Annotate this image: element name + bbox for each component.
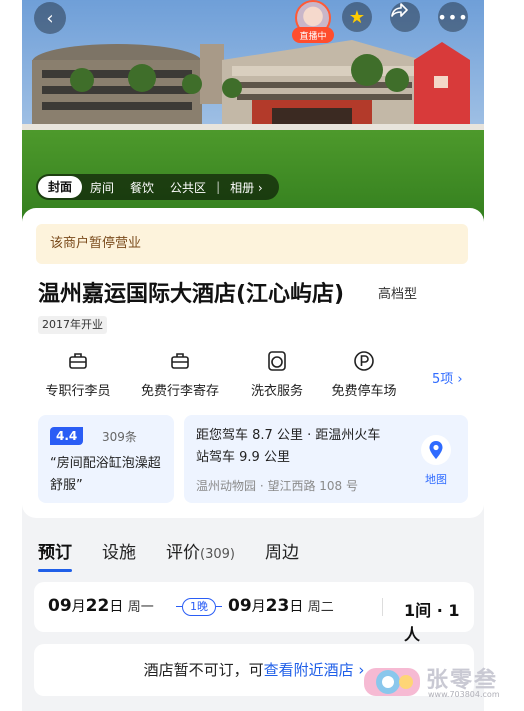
- map-button[interactable]: 地图: [416, 435, 456, 487]
- review-count: 309条: [102, 430, 137, 444]
- tab-label: 设施: [102, 543, 136, 563]
- hotel-photo: [22, 0, 484, 240]
- amenity-label: 免费行李寄存: [140, 384, 219, 399]
- parking-icon: [354, 351, 374, 371]
- location-summary[interactable]: 距您驾车 8.7 公里 · 距温州火车站驾车 9.9 公里 温州动物园 · 望江…: [184, 415, 468, 503]
- amenity-laundry[interactable]: 洗衣服务: [242, 350, 312, 399]
- amenity-label: 洗衣服务: [250, 384, 303, 399]
- unavailable-text: 酒店暂不可订，可: [143, 661, 264, 679]
- more-button[interactable]: •••: [437, 2, 469, 32]
- checkout-weekday: 周二: [307, 600, 334, 615]
- share-icon: [391, 3, 408, 17]
- hotel-photo-hero[interactable]: ‹ 直播中 ★ ••• 封面 房间 餐饮 公共区 | 相册 ›: [22, 0, 484, 240]
- suspended-notice: 该商户暂停营业: [36, 224, 468, 264]
- tab-label: 周边: [264, 543, 299, 563]
- amenity-label: 专职行李员: [45, 384, 111, 399]
- nights-badge: 1晚: [176, 598, 222, 616]
- tab-nearby[interactable]: 周边: [265, 538, 299, 563]
- share-button[interactable]: [390, 2, 420, 32]
- opening-year-badge: 2017年开业: [38, 316, 107, 334]
- luggage-storage-icon: [171, 353, 189, 369]
- back-button[interactable]: ‹: [34, 2, 66, 34]
- amenity-parking[interactable]: 免费停车场: [322, 350, 406, 399]
- review-highlight: “房间配浴缸泡澡超舒服”: [50, 456, 161, 493]
- hotel-name: 温州嘉运国际大酒店(江心屿店): [38, 282, 345, 307]
- checkout-date[interactable]: 09月23日 周二: [228, 596, 334, 616]
- star-icon: ★: [348, 6, 366, 28]
- checkin-day: 22: [85, 596, 110, 616]
- detail-tabs: 预订 设施 评价(309) 周边: [38, 538, 329, 572]
- live-badge: 直播中: [292, 27, 334, 43]
- photo-tab-rooms[interactable]: 房间: [82, 179, 122, 196]
- tab-reviews[interactable]: 评价(309): [166, 538, 235, 563]
- checkin-weekday: 周一: [127, 600, 154, 615]
- map-label: 地图: [425, 473, 447, 486]
- photo-category-tabs: 封面 房间 餐饮 公共区 | 相册 ›: [36, 174, 279, 200]
- chevron-left-icon: ‹: [46, 7, 54, 29]
- checkout-month: 09: [228, 596, 252, 616]
- amenity-bellhop[interactable]: 专职行李员: [38, 350, 118, 399]
- address-text: 温州动物园 · 望江西路 108 号: [196, 479, 358, 493]
- nearby-hotels-link[interactable]: 查看附近酒店 ›: [264, 661, 365, 679]
- luggage-icon: [69, 353, 87, 369]
- divider: |: [216, 180, 221, 194]
- photo-tab-public[interactable]: 公共区: [162, 179, 214, 196]
- amenities-more-link[interactable]: 5项 ›: [432, 368, 463, 387]
- more-icon: •••: [437, 7, 469, 27]
- tab-facilities[interactable]: 设施: [102, 538, 136, 563]
- hotel-type: 高档型: [378, 287, 418, 302]
- laundry-icon: [268, 351, 286, 371]
- tab-label: 评价: [166, 543, 200, 563]
- tab-booking[interactable]: 预订: [38, 538, 72, 572]
- amenity-luggage-storage[interactable]: 免费行李寄存: [132, 350, 228, 399]
- divider: [382, 598, 383, 616]
- checkin-month: 09: [48, 596, 72, 616]
- watermark-url: www.703804.com: [428, 690, 500, 699]
- tab-label: 预订: [38, 543, 72, 563]
- photo-tab-cover[interactable]: 封面: [38, 176, 83, 198]
- photo-tab-dining[interactable]: 餐饮: [122, 179, 162, 196]
- watermark-logo: [364, 668, 420, 696]
- amenity-label: 免费停车场: [331, 384, 397, 399]
- date-selector[interactable]: 09月22日 周一 1晚 09月23日 周二 1间 · 1人: [34, 582, 474, 644]
- rating-score: 4.4: [50, 427, 84, 445]
- rooms-guests-selector[interactable]: 1间 · 1人: [404, 597, 474, 645]
- live-stream-avatar[interactable]: 直播中: [292, 0, 334, 44]
- rating-summary[interactable]: 4.4 309条 “房间配浴缸泡澡超舒服”: [38, 415, 174, 503]
- checkout-day: 23: [265, 596, 290, 616]
- map-pin-icon: [429, 441, 443, 459]
- distance-text: 距您驾车 8.7 公里 · 距温州火车站驾车 9.9 公里: [196, 428, 381, 465]
- checkin-date[interactable]: 09月22日 周一: [48, 596, 154, 616]
- tab-count: (309): [200, 547, 235, 562]
- watermark: 张零叁 www.703804.com: [362, 662, 512, 702]
- favorite-button[interactable]: ★: [342, 2, 372, 32]
- photo-tab-album[interactable]: 相册 ›: [222, 179, 271, 196]
- hotel-info-card: 该商户暂停营业 温州嘉运国际大酒店(江心屿店) 高档型 2017年开业 专职行李…: [22, 208, 484, 518]
- hotel-detail-page: ‹ 直播中 ★ ••• 封面 房间 餐饮 公共区 | 相册 › 该商户暂停营业 …: [22, 0, 484, 711]
